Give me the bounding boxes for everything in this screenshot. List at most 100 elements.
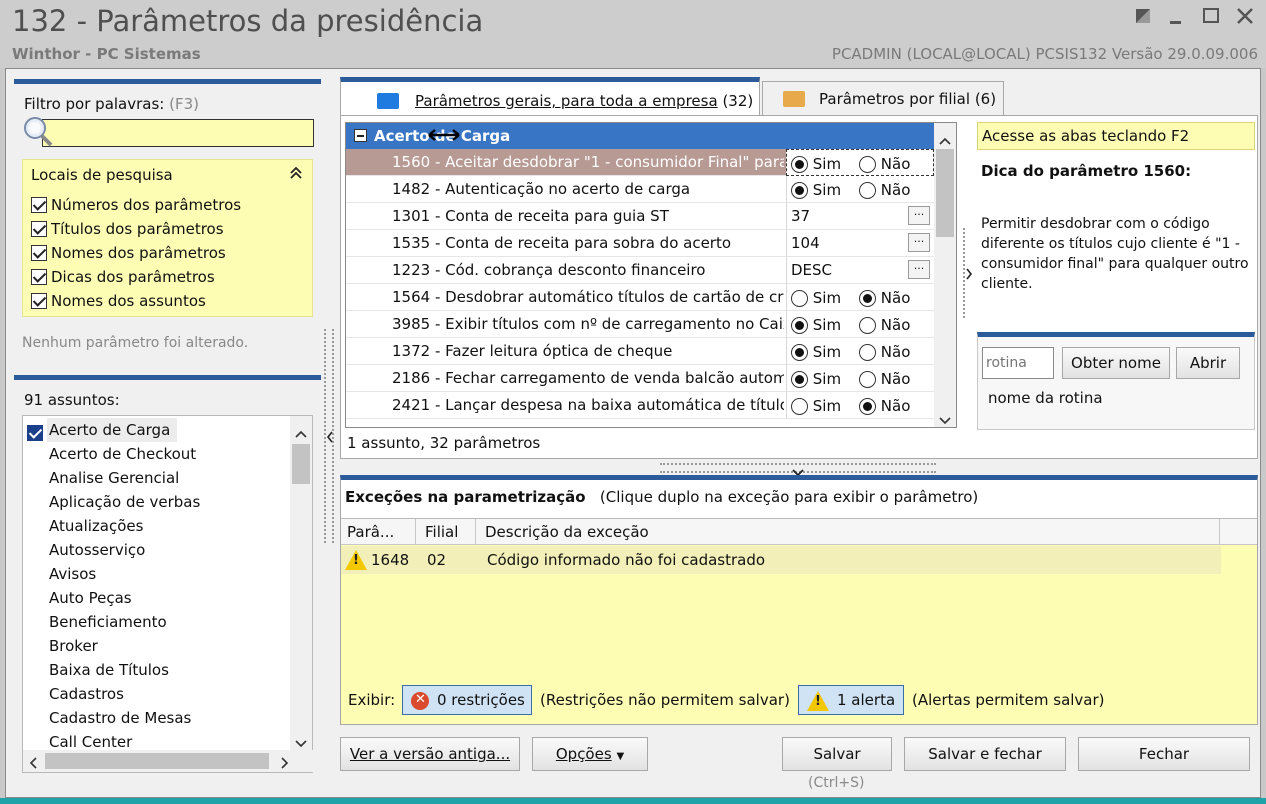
param-value[interactable]: 37 xyxy=(791,207,810,225)
subjects-list: Acerto de Carga Acerto de Checkout Anali… xyxy=(22,415,314,773)
versao-antiga-button[interactable]: Ver a versão antiga... xyxy=(340,737,520,771)
salvar-fechar-button[interactable]: Salvar e fechar xyxy=(904,737,1066,771)
param-row-2421[interactable]: 2421 - Lançar despesa na baixa automátic… xyxy=(346,392,934,419)
locais-option-assuntos[interactable]: Nomes dos assuntos xyxy=(31,289,206,313)
opcoes-button[interactable]: Opções ▼ xyxy=(532,737,648,771)
salvar-shortcut: (Ctrl+S) xyxy=(808,775,865,791)
minimize-icon[interactable] xyxy=(1163,6,1189,32)
subject-item[interactable]: Cadastros xyxy=(49,682,124,706)
radio-sim[interactable]: Sim xyxy=(791,397,841,415)
scroll-thumb[interactable] xyxy=(936,149,954,237)
param-value[interactable]: 104 xyxy=(791,234,820,252)
subject-item[interactable]: Beneficiamento xyxy=(49,610,167,634)
restore-icon[interactable] xyxy=(1130,6,1156,32)
subjects-hscrollbar[interactable] xyxy=(23,750,314,772)
subjects-scrollbar[interactable] xyxy=(290,416,312,752)
subject-item[interactable]: Acerto de Checkout xyxy=(49,442,196,466)
tab-gerais[interactable]: Parâmetros gerais, para toda a empresa (… xyxy=(340,77,760,117)
radio-sim[interactable]: Sim xyxy=(791,343,841,361)
param-row-3985[interactable]: 3985 - Exibir títulos com nº de carregam… xyxy=(346,311,934,338)
collapse-group-icon[interactable] xyxy=(354,129,367,142)
restricoes-button[interactable]: ✕ 0 restrições xyxy=(402,685,532,715)
warning-icon xyxy=(807,691,829,711)
scroll-down-icon[interactable] xyxy=(939,411,951,427)
radio-nao[interactable]: Não xyxy=(859,316,910,334)
subjects-header: 91 assuntos: xyxy=(24,391,120,409)
hint-title: Dica do parâmetro 1560: xyxy=(981,162,1192,180)
locais-option-titulos[interactable]: Títulos dos parâmetros xyxy=(31,217,224,241)
subject-item[interactable]: Aplicação de verbas xyxy=(49,490,200,514)
radio-nao[interactable]: Não xyxy=(859,343,910,361)
scroll-up-icon[interactable] xyxy=(939,131,951,149)
radio-sim[interactable]: Sim xyxy=(791,316,841,334)
col-param[interactable]: Parâ... xyxy=(347,523,394,541)
radio-sim[interactable]: Sim xyxy=(791,181,841,199)
subject-item[interactable]: Cadastro de Mesas xyxy=(49,706,191,730)
subject-item[interactable]: Atualizações xyxy=(49,514,143,538)
col-filial[interactable]: Filial xyxy=(425,523,458,541)
fechar-button[interactable]: Fechar xyxy=(1078,737,1250,771)
subject-item[interactable]: Analise Gerencial xyxy=(49,466,179,490)
ellipsis-button[interactable]: ··· xyxy=(908,233,930,252)
subject-item[interactable]: Acerto de Carga xyxy=(49,418,170,442)
tab-gerais-label: Parâmetros gerais, para toda a empresa (… xyxy=(415,92,754,110)
param-row-2186[interactable]: 2186 - Fechar carregamento de venda balc… xyxy=(346,365,934,392)
scroll-right-icon[interactable] xyxy=(281,755,289,773)
tab-filial[interactable]: Parâmetros por filial (6) xyxy=(762,81,1004,115)
locais-option-nomes[interactable]: Nomes dos parâmetros xyxy=(31,241,226,265)
radio-nao[interactable]: Não xyxy=(859,370,910,388)
obter-nome-button[interactable]: Obter nome xyxy=(1062,347,1170,379)
subject-item[interactable]: Avisos xyxy=(49,562,96,586)
radio-sim[interactable]: Sim xyxy=(791,289,841,307)
restricoes-note: (Restrições não permitem salvar) xyxy=(540,691,790,709)
hscroll-thumb[interactable] xyxy=(45,753,269,769)
scroll-up-icon[interactable] xyxy=(295,424,307,442)
radio-nao[interactable]: Não xyxy=(859,181,910,199)
locais-option-numeros[interactable]: Números dos parâmetros xyxy=(31,193,241,217)
collapse-icon[interactable] xyxy=(290,166,302,184)
locais-option-dicas[interactable]: Dicas dos parâmetros xyxy=(31,265,215,289)
ellipsis-button[interactable]: ··· xyxy=(908,260,930,279)
param-row-1560[interactable]: 1560 - Aceitar desdobrar "1 - consumidor… xyxy=(346,149,934,176)
scroll-left-icon[interactable] xyxy=(29,755,37,773)
collapse-left-icon[interactable] xyxy=(326,429,334,447)
param-row-1482[interactable]: 1482 - Autenticação no acerto de carga S… xyxy=(346,176,934,203)
param-value[interactable]: DESC xyxy=(791,261,832,279)
subject-item[interactable]: Baixa de Títulos xyxy=(49,658,169,682)
param-row-1372[interactable]: 1372 - Fazer leitura óptica de cheque Si… xyxy=(346,338,934,365)
alerta-button[interactable]: 1 alerta xyxy=(798,685,904,715)
abrir-button[interactable]: Abrir xyxy=(1176,347,1240,379)
col-descricao[interactable]: Descrição da exceção xyxy=(485,523,649,541)
param-row-1301[interactable]: 1301 - Conta de receita para guia ST 37 … xyxy=(346,203,934,230)
filter-input[interactable] xyxy=(42,119,314,147)
folder-icon xyxy=(783,91,805,107)
radio-nao[interactable]: Não xyxy=(859,397,910,415)
exceptions-header: Parâ... Filial Descrição da exceção xyxy=(341,519,1257,545)
scroll-thumb[interactable] xyxy=(292,444,310,484)
close-icon[interactable] xyxy=(1232,6,1258,32)
resize-cursor-icon xyxy=(427,128,461,146)
subject-item[interactable]: Autosserviço xyxy=(49,538,145,562)
radio-sim[interactable]: Sim xyxy=(791,370,841,388)
expand-right-icon[interactable] xyxy=(965,266,973,284)
radio-sim[interactable]: Sim xyxy=(791,155,841,173)
ellipsis-button[interactable]: ··· xyxy=(908,206,930,225)
param-row-1223[interactable]: 1223 - Cód. cobrança desconto financeiro… xyxy=(346,257,934,284)
maximize-icon[interactable] xyxy=(1198,6,1224,32)
subject-item[interactable]: Broker xyxy=(49,634,98,658)
radio-nao[interactable]: Não xyxy=(859,155,910,173)
dropdown-icon: ▼ xyxy=(616,751,625,762)
param-row-1535[interactable]: 1535 - Conta de receita para sobra do ac… xyxy=(346,230,934,257)
salvar-button[interactable]: Salvar xyxy=(782,737,892,771)
exception-row[interactable]: 1648 02 Código informado não foi cadastr… xyxy=(341,546,1221,574)
rotina-input[interactable] xyxy=(982,347,1054,379)
tab-filial-label: Parâmetros por filial (6) xyxy=(819,90,997,108)
rotina-name-label: nome da rotina xyxy=(988,389,1103,407)
exibir-label: Exibir: xyxy=(348,691,396,709)
param-row-1564[interactable]: 1564 - Desdobrar automático títulos de c… xyxy=(346,284,934,311)
radio-nao[interactable]: Não xyxy=(859,289,910,307)
subject-checkbox[interactable] xyxy=(27,423,43,441)
search-icon xyxy=(22,115,54,151)
grid-scrollbar[interactable] xyxy=(934,123,956,427)
subject-item[interactable]: Auto Peças xyxy=(49,586,132,610)
